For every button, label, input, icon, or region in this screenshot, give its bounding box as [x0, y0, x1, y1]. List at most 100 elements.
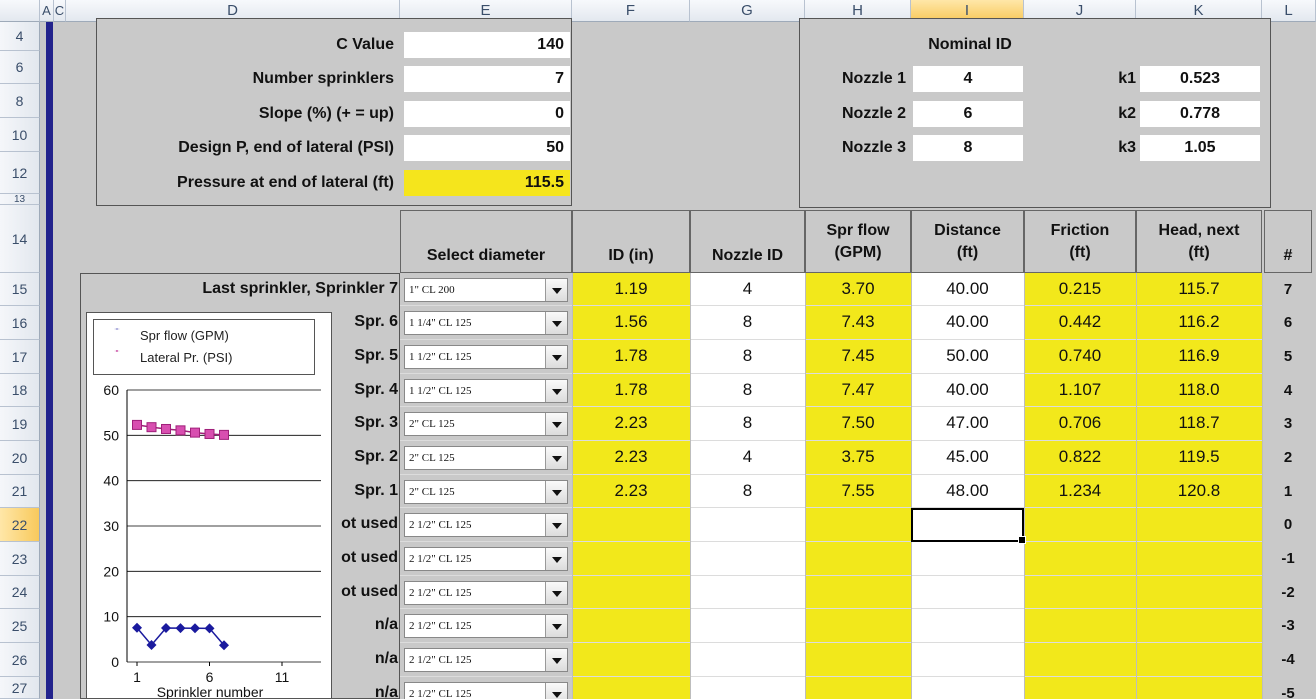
- sprinkler-number-cell[interactable]: 2: [1266, 449, 1310, 466]
- design-p-field[interactable]: 50: [404, 135, 570, 161]
- row-header[interactable]: 14: [0, 205, 40, 273]
- pipe-diameter-dropdown[interactable]: 2" CL 125: [404, 480, 568, 504]
- row-header[interactable]: 24: [0, 576, 40, 609]
- dropdown-arrow-icon[interactable]: [545, 413, 567, 435]
- head-next-cell[interactable]: 118.7: [1136, 413, 1262, 433]
- row-header[interactable]: 6: [0, 51, 40, 84]
- distance-cell[interactable]: 47.00: [911, 413, 1024, 433]
- row-header[interactable]: 13: [0, 194, 40, 205]
- pipe-diameter-dropdown[interactable]: 2" CL 125: [404, 412, 568, 436]
- dropdown-arrow-icon[interactable]: [545, 380, 567, 402]
- sprinkler-number-cell[interactable]: 6: [1266, 314, 1310, 331]
- head-next-cell[interactable]: 120.8: [1136, 481, 1262, 501]
- pipe-diameter-dropdown[interactable]: 1 1/2" CL 125: [404, 379, 568, 403]
- dropdown-arrow-icon[interactable]: [545, 582, 567, 604]
- id-cell[interactable]: 2.23: [572, 481, 690, 501]
- dropdown-arrow-icon[interactable]: [545, 447, 567, 469]
- c-value-field[interactable]: 140: [404, 32, 570, 58]
- row-header[interactable]: 25: [0, 609, 40, 643]
- head-next-cell[interactable]: 116.2: [1136, 312, 1262, 332]
- row-header[interactable]: 12: [0, 152, 40, 194]
- friction-cell[interactable]: 0.822: [1024, 447, 1136, 467]
- pipe-diameter-dropdown[interactable]: 2 1/2" CL 125: [404, 614, 568, 638]
- sprinkler-number-cell[interactable]: -1: [1266, 550, 1310, 567]
- spr-flow-cell[interactable]: 7.47: [805, 380, 911, 400]
- nozzle-id-cell[interactable]: 4: [690, 279, 805, 299]
- row-header[interactable]: 15: [0, 273, 40, 306]
- pipe-diameter-dropdown[interactable]: 2 1/2" CL 125: [404, 648, 568, 672]
- friction-cell[interactable]: 0.740: [1024, 346, 1136, 366]
- nozzle1-id-field[interactable]: 4: [913, 66, 1023, 92]
- num-sprinklers-field[interactable]: 7: [404, 66, 570, 92]
- row-header[interactable]: 18: [0, 374, 40, 407]
- row-header[interactable]: 19: [0, 407, 40, 441]
- pipe-diameter-dropdown[interactable]: 2 1/2" CL 125: [404, 682, 568, 699]
- sprinkler-number-cell[interactable]: -4: [1266, 651, 1310, 668]
- k2-field[interactable]: 0.778: [1140, 101, 1260, 127]
- distance-cell[interactable]: 50.00: [911, 346, 1024, 366]
- head-next-cell[interactable]: 118.0: [1136, 380, 1262, 400]
- row-header[interactable]: 26: [0, 643, 40, 677]
- nozzle-id-cell[interactable]: 8: [690, 346, 805, 366]
- pipe-diameter-dropdown[interactable]: 1 1/4" CL 125: [404, 311, 568, 335]
- pipe-diameter-dropdown[interactable]: 2 1/2" CL 125: [404, 581, 568, 605]
- sprinkler-number-cell[interactable]: -5: [1266, 685, 1310, 699]
- spr-flow-cell[interactable]: 7.43: [805, 312, 911, 332]
- row-header[interactable]: 10: [0, 118, 40, 152]
- nozzle-id-cell[interactable]: 8: [690, 312, 805, 332]
- dropdown-arrow-icon[interactable]: [545, 615, 567, 637]
- nozzle3-id-field[interactable]: 8: [913, 135, 1023, 161]
- col-header-g[interactable]: G: [690, 0, 805, 22]
- distance-cell[interactable]: 40.00: [911, 279, 1024, 299]
- id-cell[interactable]: 2.23: [572, 413, 690, 433]
- pipe-diameter-dropdown[interactable]: 1 1/2" CL 125: [404, 345, 568, 369]
- sprinkler-number-cell[interactable]: 3: [1266, 415, 1310, 432]
- nozzle-id-cell[interactable]: 8: [690, 481, 805, 501]
- row-header[interactable]: 23: [0, 542, 40, 576]
- row-header[interactable]: 4: [0, 22, 40, 51]
- head-next-cell[interactable]: 119.5: [1136, 447, 1262, 467]
- row-header[interactable]: 8: [0, 84, 40, 118]
- sprinkler-number-cell[interactable]: -3: [1266, 617, 1310, 634]
- dropdown-arrow-icon[interactable]: [545, 481, 567, 503]
- dropdown-arrow-icon[interactable]: [545, 279, 567, 301]
- row-header[interactable]: 27: [0, 677, 40, 699]
- sprinkler-number-cell[interactable]: 5: [1266, 348, 1310, 365]
- dropdown-arrow-icon[interactable]: [545, 548, 567, 570]
- id-cell[interactable]: 1.78: [572, 380, 690, 400]
- distance-cell[interactable]: 40.00: [911, 312, 1024, 332]
- spr-flow-cell[interactable]: 3.75: [805, 447, 911, 467]
- slope-field[interactable]: 0: [404, 101, 570, 127]
- distance-cell[interactable]: 40.00: [911, 380, 1024, 400]
- sprinkler-number-cell[interactable]: 1: [1266, 483, 1310, 500]
- col-header-f[interactable]: F: [572, 0, 690, 22]
- pressure-end-field[interactable]: 115.5: [404, 170, 570, 196]
- friction-cell[interactable]: 1.107: [1024, 380, 1136, 400]
- col-header-c[interactable]: C: [54, 0, 66, 22]
- row-header[interactable]: 17: [0, 340, 40, 374]
- pipe-diameter-dropdown[interactable]: 2 1/2" CL 125: [404, 547, 568, 571]
- friction-cell[interactable]: 0.706: [1024, 413, 1136, 433]
- row-header[interactable]: 22: [0, 508, 40, 542]
- pipe-diameter-dropdown[interactable]: 1" CL 200: [404, 278, 568, 302]
- distance-cell[interactable]: 45.00: [911, 447, 1024, 467]
- id-cell[interactable]: 2.23: [572, 447, 690, 467]
- dropdown-arrow-icon[interactable]: [545, 346, 567, 368]
- head-next-cell[interactable]: 116.9: [1136, 346, 1262, 366]
- sprinkler-number-cell[interactable]: 4: [1266, 382, 1310, 399]
- k3-field[interactable]: 1.05: [1140, 135, 1260, 161]
- friction-cell[interactable]: 0.215: [1024, 279, 1136, 299]
- row-header[interactable]: 21: [0, 475, 40, 508]
- spr-flow-cell[interactable]: 7.55: [805, 481, 911, 501]
- nozzle-id-cell[interactable]: 4: [690, 447, 805, 467]
- sprinkler-chart[interactable]: Spr flow (GPM) Lateral Pr. (PSI) 0 10 20 30…: [86, 312, 332, 699]
- sprinkler-number-cell[interactable]: 7: [1266, 281, 1310, 298]
- nozzle-id-cell[interactable]: 8: [690, 413, 805, 433]
- id-cell[interactable]: 1.78: [572, 346, 690, 366]
- dropdown-arrow-icon[interactable]: [545, 312, 567, 334]
- spr-flow-cell[interactable]: 7.50: [805, 413, 911, 433]
- col-header-a[interactable]: A: [40, 0, 54, 22]
- row-header[interactable]: 20: [0, 441, 40, 475]
- dropdown-arrow-icon[interactable]: [545, 649, 567, 671]
- nozzle-id-cell[interactable]: 8: [690, 380, 805, 400]
